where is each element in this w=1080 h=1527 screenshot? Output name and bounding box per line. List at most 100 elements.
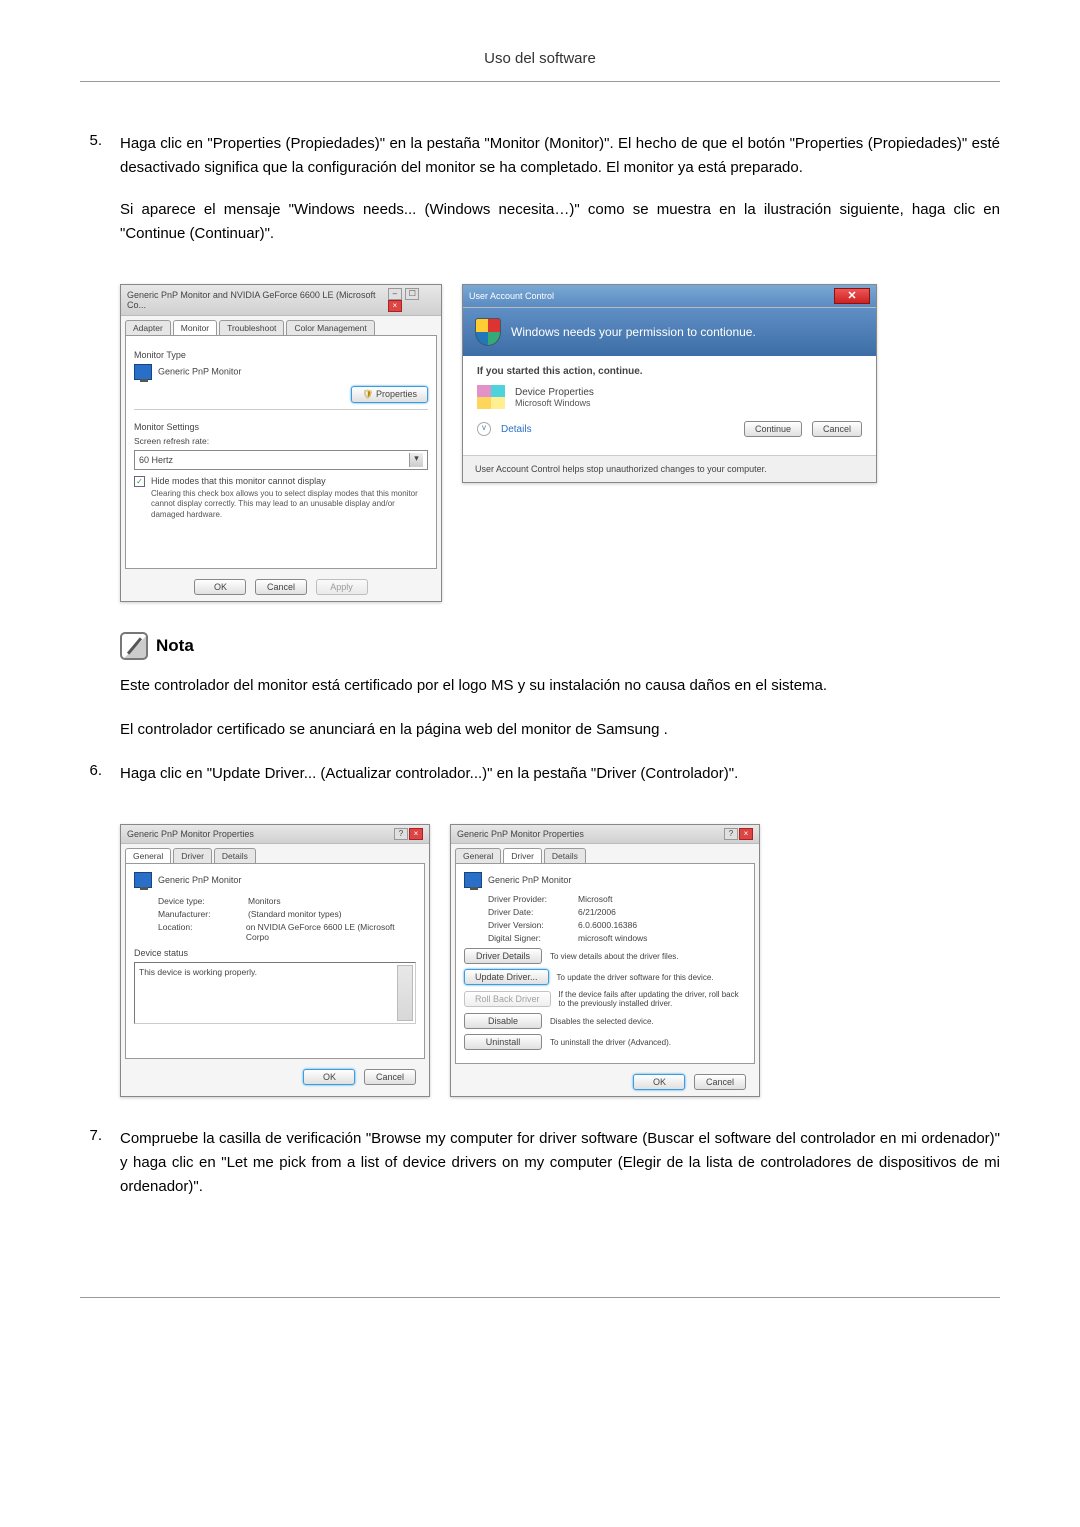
- help-icon[interactable]: ?: [724, 828, 738, 840]
- close-icon[interactable]: ×: [739, 828, 753, 840]
- window-buttons: ?×: [723, 828, 753, 840]
- uninstall-button[interactable]: Uninstall: [464, 1034, 542, 1050]
- tabs: General Driver Details: [121, 844, 429, 863]
- uac-details-link[interactable]: Details: [501, 424, 734, 435]
- tab-general[interactable]: General: [455, 848, 501, 863]
- note-label: Nota: [156, 636, 194, 656]
- ok-button[interactable]: OK: [194, 579, 246, 595]
- window-buttons: – ☐ ×: [387, 288, 435, 312]
- figure-row-1: Generic PnP Monitor and NVIDIA GeForce 6…: [120, 284, 1000, 602]
- update-driver-button[interactable]: Update Driver...: [464, 969, 549, 985]
- window-title: Generic PnP Monitor Properties: [127, 829, 254, 839]
- device-name: Generic PnP Monitor: [488, 875, 571, 885]
- note-icon: [120, 632, 148, 660]
- close-icon[interactable]: ✕: [834, 288, 870, 304]
- ok-button[interactable]: OK: [303, 1069, 355, 1085]
- step-content: Compruebe la casilla de verificación "Br…: [120, 1127, 1000, 1217]
- disable-button[interactable]: Disable: [464, 1013, 542, 1029]
- shield-icon: [475, 318, 501, 346]
- maximize-icon[interactable]: ☐: [405, 288, 419, 300]
- dialog-buttons: OK Cancel Apply: [121, 573, 441, 601]
- uninstall-desc: To uninstall the driver (Advanced).: [550, 1038, 746, 1047]
- window-buttons: ?×: [393, 828, 423, 840]
- monitor-icon: [464, 872, 482, 888]
- disable-desc: Disables the selected device.: [550, 1017, 746, 1026]
- uac-header: Windows needs your permission to contion…: [463, 308, 876, 356]
- uac-headline: Windows needs your permission to contion…: [511, 325, 756, 339]
- step7-p1: Compruebe la casilla de verificación "Br…: [120, 1127, 1000, 1199]
- monitor-properties-dialog: Generic PnP Monitor and NVIDIA GeForce 6…: [120, 284, 442, 602]
- properties-driver-dialog: Generic PnP Monitor Properties ?× Genera…: [450, 824, 760, 1097]
- uac-titlebar: User Account Control ✕: [463, 285, 876, 308]
- apply-button[interactable]: Apply: [316, 579, 368, 595]
- continue-button[interactable]: Continue: [744, 421, 802, 437]
- cancel-button[interactable]: Cancel: [694, 1074, 746, 1090]
- driver-details-button[interactable]: Driver Details: [464, 948, 542, 964]
- step-number: 5.: [80, 132, 120, 264]
- hide-modes-label: Hide modes that this monitor cannot disp…: [151, 476, 326, 486]
- monitor-icon: [134, 364, 152, 380]
- step-number: 6.: [80, 762, 120, 804]
- windows-logo-icon: [477, 385, 505, 409]
- driver-provider-key: Driver Provider:: [488, 894, 578, 904]
- chevron-down-icon[interactable]: v: [477, 422, 491, 436]
- refresh-rate-value: 60 Hertz: [139, 455, 173, 465]
- device-status-label: Device status: [134, 948, 416, 958]
- cancel-button[interactable]: Cancel: [812, 421, 862, 437]
- step-6: 6. Haga clic en "Update Driver... (Actua…: [80, 762, 1000, 804]
- tab-color[interactable]: Color Management: [286, 320, 374, 335]
- tab-details[interactable]: Details: [214, 848, 256, 863]
- tab-driver[interactable]: Driver: [173, 848, 212, 863]
- driver-date-value: 6/21/2006: [578, 907, 616, 917]
- close-icon[interactable]: ×: [388, 300, 402, 312]
- titlebar: Generic PnP Monitor and NVIDIA GeForce 6…: [121, 285, 441, 316]
- manufacturer-value: (Standard monitor types): [248, 909, 342, 919]
- properties-button[interactable]: 🛡 Properties: [351, 386, 428, 403]
- note-p2: El controlador certificado se anunciará …: [120, 718, 1000, 742]
- titlebar: Generic PnP Monitor Properties ?×: [451, 825, 759, 844]
- note-p1: Este controlador del monitor está certif…: [120, 674, 1000, 698]
- page-header: Uso del software: [80, 50, 1000, 82]
- device-type-key: Device type:: [158, 896, 248, 906]
- digital-signer-value: microsoft windows: [578, 933, 647, 943]
- monitor-settings-label: Monitor Settings: [134, 422, 428, 432]
- location-value: on NVIDIA GeForce 6600 LE (Microsoft Cor…: [246, 922, 416, 942]
- note-heading: Nota: [120, 632, 1000, 660]
- uac-dialog: User Account Control ✕ Windows needs you…: [462, 284, 877, 483]
- refresh-rate-select[interactable]: 60 Hertz ▾: [134, 450, 428, 470]
- uac-title: User Account Control: [469, 291, 554, 301]
- cancel-button[interactable]: Cancel: [255, 579, 307, 595]
- monitor-icon: [134, 872, 152, 888]
- window-title: Generic PnP Monitor Properties: [457, 829, 584, 839]
- monitor-name: Generic PnP Monitor: [158, 366, 241, 376]
- step5-p2: Si aparece el mensaje "Windows needs... …: [120, 198, 1000, 246]
- titlebar: Generic PnP Monitor Properties ?×: [121, 825, 429, 844]
- location-key: Location:: [158, 922, 246, 942]
- uac-publisher: Microsoft Windows: [515, 398, 594, 408]
- tab-troubleshoot[interactable]: Troubleshoot: [219, 320, 284, 335]
- hide-modes-checkbox[interactable]: ✓: [134, 476, 145, 487]
- tab-monitor[interactable]: Monitor: [173, 320, 217, 335]
- help-icon[interactable]: ?: [394, 828, 408, 840]
- tab-driver[interactable]: Driver: [503, 848, 542, 863]
- close-icon[interactable]: ×: [409, 828, 423, 840]
- manufacturer-key: Manufacturer:: [158, 909, 248, 919]
- tab-general[interactable]: General: [125, 848, 171, 863]
- device-name: Generic PnP Monitor: [158, 875, 241, 885]
- driver-version-key: Driver Version:: [488, 920, 578, 930]
- cancel-button[interactable]: Cancel: [364, 1069, 416, 1085]
- step-content: Haga clic en "Update Driver... (Actualiz…: [120, 762, 1000, 804]
- step-content: Haga clic en "Properties (Propiedades)" …: [120, 132, 1000, 264]
- uac-app-name: Device Properties: [515, 387, 594, 398]
- ok-button[interactable]: OK: [633, 1074, 685, 1090]
- minimize-icon[interactable]: –: [388, 288, 402, 300]
- device-status-box: This device is working properly.: [134, 962, 416, 1024]
- driver-provider-value: Microsoft: [578, 894, 612, 904]
- driver-date-key: Driver Date:: [488, 907, 578, 917]
- rollback-driver-button[interactable]: Roll Back Driver: [464, 991, 551, 1007]
- chevron-down-icon: ▾: [409, 453, 423, 467]
- tab-adapter[interactable]: Adapter: [125, 320, 171, 335]
- device-type-value: Monitors: [248, 896, 281, 906]
- step-number: 7.: [80, 1127, 120, 1217]
- tab-details[interactable]: Details: [544, 848, 586, 863]
